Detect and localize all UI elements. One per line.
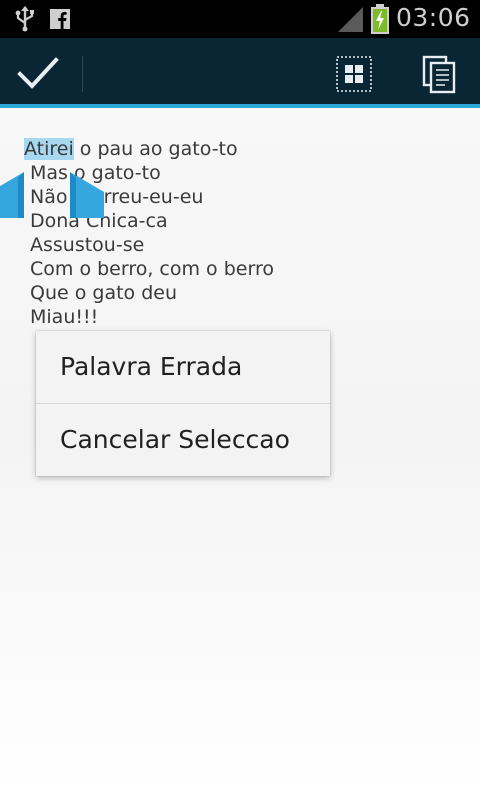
usb-icon [15,6,34,32]
copy-icon[interactable] [418,54,458,94]
check-icon[interactable] [16,54,60,92]
selection-handle-left[interactable] [0,172,24,218]
clock: 03:06 [396,3,471,32]
text-line: Miau!!! [30,306,99,328]
action-bar-divider [82,56,83,92]
text-line: Que o gato deu [30,282,177,304]
battery-charging-icon [371,4,389,34]
facebook-icon [50,9,70,29]
select-all-icon[interactable] [334,54,374,94]
text-line: Com o berro, com o berro [30,258,274,280]
context-menu: Palavra Errada Cancelar Seleccao [36,331,330,476]
status-bar: 03:06 [0,0,480,38]
text-selection-action-bar [0,38,480,108]
text-line-rest: o pau ao gato-to [73,138,238,160]
text-line: Assustou-se [30,234,145,256]
menu-item-misspelled-word[interactable]: Palavra Errada [36,331,330,403]
selection-handle-right[interactable] [70,172,104,218]
signal-icon [338,7,363,32]
text-line: Atirei o pau ao gato-to [24,137,464,161]
selected-word[interactable]: Atirei [24,138,74,160]
menu-item-cancel-selection[interactable]: Cancelar Seleccao [36,404,330,476]
text-content[interactable]: Atirei o pau ao gato-to Mas o gato-to Nã… [24,137,464,329]
